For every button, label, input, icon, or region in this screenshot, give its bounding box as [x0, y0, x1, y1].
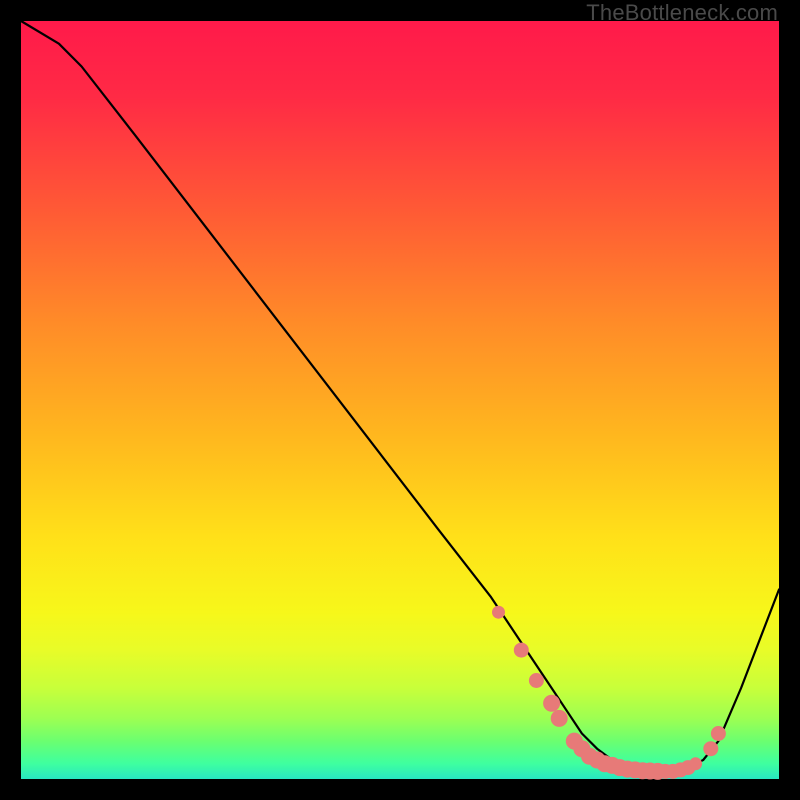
valley-marker: [690, 758, 702, 770]
valley-markers: [493, 606, 726, 779]
valley-marker: [544, 695, 560, 711]
bottleneck-curve: [21, 21, 779, 771]
valley-marker: [529, 674, 543, 688]
valley-marker: [514, 643, 528, 657]
watermark-text: TheBottleneck.com: [586, 0, 778, 26]
valley-marker: [711, 727, 725, 741]
chart-stage: TheBottleneck.com: [0, 0, 800, 800]
curve-group: [21, 21, 779, 771]
valley-marker: [551, 710, 567, 726]
chart-svg: [21, 21, 779, 779]
valley-marker: [704, 742, 718, 756]
valley-marker: [493, 606, 505, 618]
